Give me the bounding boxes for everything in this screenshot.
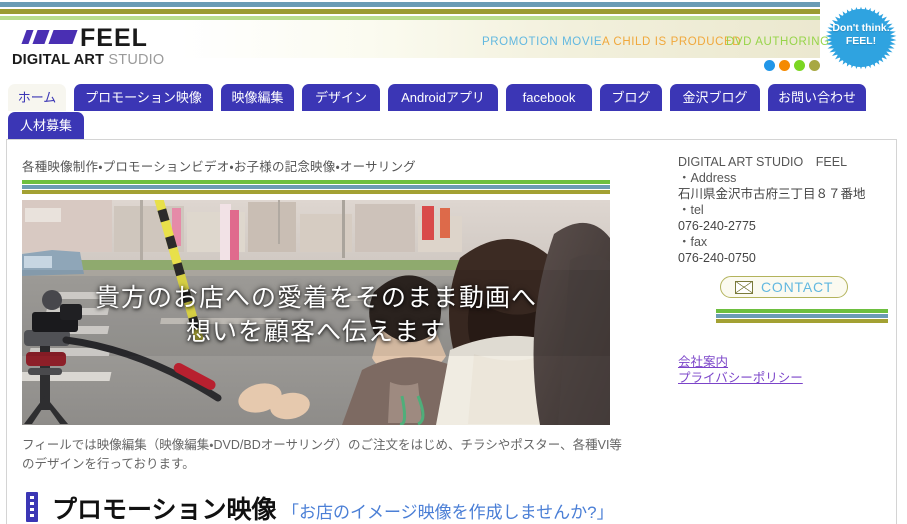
nav-tab-0[interactable]: ホーム <box>8 84 66 111</box>
intro-paragraph: フィールでは映像編集（映像編集・DVD/BDオーサリング）のご注文をはじめ、チラ… <box>22 438 622 471</box>
contact-button[interactable]: CONTACT <box>720 276 848 298</box>
hero-caption-line-1: 貴方のお店への愛着をそのまま動画へ <box>94 285 537 312</box>
badge-text: Don't think. FEEL! <box>820 22 902 48</box>
logo-tagline: DIGITAL ART STUDIO <box>12 52 164 68</box>
section-promotion-movie: プロモーション映像 「お店のイメージ映像を作成しませんか?」 <box>22 492 622 524</box>
sidebar-link-privacy-policy[interactable]: プライバシーポリシー <box>678 370 888 386</box>
nav-tab-label: Androidアプリ <box>401 90 485 105</box>
nav-tab-label: ホーム <box>17 90 57 105</box>
nav-tab-4[interactable]: Androidアプリ <box>388 84 498 111</box>
nav-tab-5[interactable]: facebook <box>506 84 592 111</box>
sidebar-company-name: DIGITAL ART STUDIO FEEL <box>678 155 848 169</box>
nav-tab-label: お問い合わせ <box>777 90 856 105</box>
header-link-dvd-authoring[interactable]: DVD AUTHORING <box>726 36 830 48</box>
header-link-a-child-is-produced[interactable]: A CHILD IS PRODUCED <box>602 36 741 48</box>
stripe-olive <box>0 9 820 14</box>
sidebar-tel-value: 076-240-2775 <box>678 219 756 233</box>
nav-tab-2[interactable]: 映像編集 <box>221 84 294 111</box>
page-lead-text: 各種映像制作・プロモーションビデオ・お子様の記念映像・オーサリング <box>22 160 416 174</box>
badge-line-1: Don't think. <box>832 22 890 34</box>
logo-wordmark: FEEL <box>80 24 148 52</box>
divider-stripes-top <box>22 180 610 194</box>
hero-caption: 貴方のお店への愛着をそのまま動画へ 想いを顧客へ伝えます <box>22 282 610 350</box>
nav-tab-label: facebook <box>522 90 576 105</box>
nav-tab-label: ブログ <box>611 90 651 105</box>
sidebar-fax-value: 076-240-0750 <box>678 251 756 265</box>
site-logo[interactable]: FEEL DIGITAL ART STUDIO <box>8 24 228 68</box>
section-title: プロモーション映像 <box>52 496 277 524</box>
contact-button-label: CONTACT <box>761 279 834 295</box>
nav-tab-label: プロモーション映像 <box>85 90 202 105</box>
divider-stripes-sidebar <box>716 309 888 323</box>
nav-tab-8[interactable]: お問い合わせ <box>768 84 866 111</box>
nav-tab-7[interactable]: 金沢ブログ <box>670 84 760 111</box>
sidebar: DIGITAL ART STUDIO FEEL ・Address 石川県金沢市古… <box>678 154 888 385</box>
nav-tab-r2-0[interactable]: 人材募集 <box>8 112 84 139</box>
color-dot-row <box>764 60 824 74</box>
logo-tagline-light: STUDIO <box>104 52 165 68</box>
logo-tagline-bold: DIGITAL ART <box>12 52 105 68</box>
section-subtitle: 「お店のイメージ映像を作成しませんか?」 <box>282 503 614 522</box>
hero-caption-line-2: 想いを顧客へ伝えます <box>185 319 446 346</box>
sidebar-link-company-info[interactable]: 会社案内 <box>678 354 888 370</box>
sidebar-link-list: 会社案内 プライバシーポリシー <box>678 354 888 386</box>
nav-tab-label: 金沢ブログ <box>682 90 748 105</box>
dot-orange <box>779 60 790 71</box>
header-link-promotion-movie[interactable]: PROMOTION MOVIE <box>482 36 602 48</box>
header-stripe-band <box>0 0 820 21</box>
page-root: FEEL DIGITAL ART STUDIO PROMOTION MOVIE … <box>0 0 907 524</box>
dont-think-feel-badge[interactable]: Don't think. FEEL! <box>820 2 902 74</box>
dot-green <box>794 60 805 71</box>
nav-tab-label: デザイン <box>314 90 367 105</box>
nav-tab-6[interactable]: ブログ <box>600 84 662 111</box>
nav-tab-1[interactable]: プロモーション映像 <box>74 84 213 111</box>
nav-tab-label: 映像編集 <box>231 90 284 105</box>
dot-blue <box>764 60 775 71</box>
main-navigation: ホーム プロモーション映像 映像編集 デザイン Androidアプリ facebook ブロ… <box>0 84 907 142</box>
sidebar-address-value: 石川県金沢市古府三丁目８７番地 <box>678 187 866 201</box>
nav-tab-3[interactable]: デザイン <box>302 84 380 111</box>
sidebar-tel-label: ・tel <box>678 203 704 217</box>
sidebar-fax-label: ・fax <box>678 235 708 249</box>
badge-line-2: FEEL! <box>845 35 877 47</box>
dot-olive <box>809 60 820 71</box>
hero-image: 貴方のお店への愛着をそのまま動画へ 想いを顧客へ伝えます <box>22 200 610 425</box>
header-link-row: PROMOTION MOVIE A CHILD IS PRODUCED DVD … <box>470 36 829 56</box>
stripe-blue <box>0 2 820 7</box>
envelope-icon <box>735 281 753 294</box>
feel-logo-mark-icon <box>21 30 78 46</box>
nav-tab-label: 人材募集 <box>19 118 72 133</box>
film-strip-icon <box>26 492 38 522</box>
sidebar-address-label: ・Address <box>678 171 737 185</box>
